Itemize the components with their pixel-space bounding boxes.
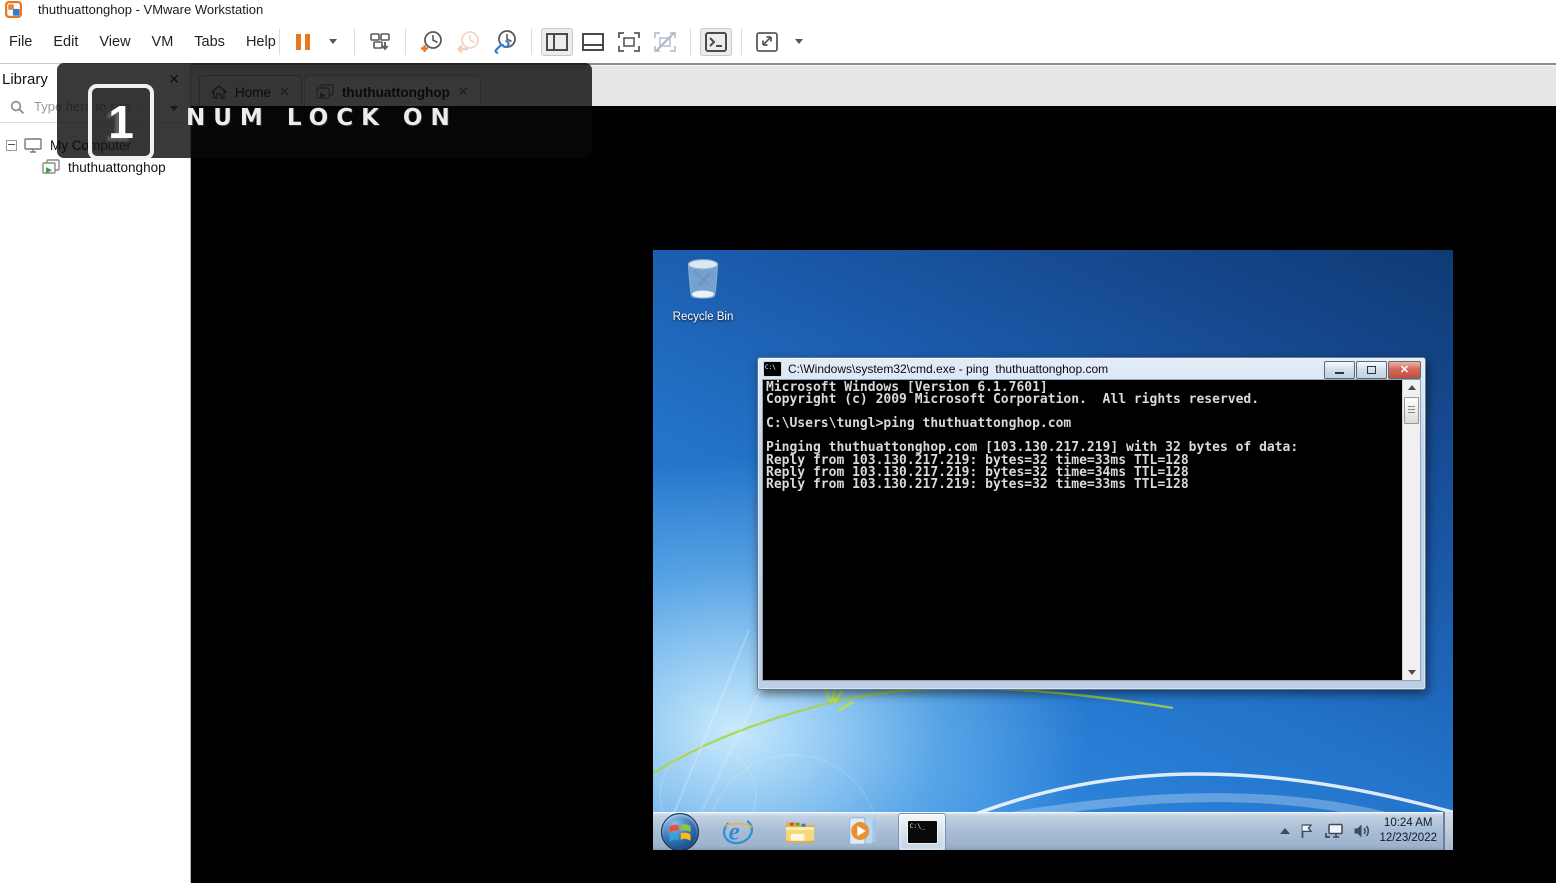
cmd-titlebar[interactable]: C:\ C:\Windows\system32\cmd.exe - ping t…	[758, 358, 1425, 379]
send-ctrl-alt-del-button[interactable]	[364, 27, 396, 57]
tray-clock[interactable]: 10:24 AM 12/23/2022	[1379, 816, 1437, 846]
volume-icon[interactable]	[1352, 823, 1371, 839]
cmd-output: Microsoft Windows [Version 6.1.7601] Cop…	[766, 382, 1401, 680]
snapshot-manager-icon	[493, 29, 518, 54]
taskbar-item-internet-explorer[interactable]: e	[719, 814, 757, 848]
taskbar-item-cmd-active[interactable]: C:\_	[898, 813, 946, 850]
menu-view[interactable]: View	[99, 34, 130, 50]
cmd-window-title: C:\Windows\system32\cmd.exe - ping thuth…	[788, 362, 1108, 376]
toolbar-separator	[531, 29, 532, 55]
tree-label: thuthuattonghop	[68, 160, 166, 175]
console-view-icon	[704, 31, 728, 53]
revert-snapshot-button[interactable]	[452, 26, 485, 57]
free-stretch-disabled-icon	[653, 31, 677, 53]
numlock-osd-text: NUM LOCK ON	[186, 105, 458, 131]
internet-explorer-icon: e	[721, 814, 755, 848]
computer-icon	[24, 138, 42, 153]
pause-icon	[296, 34, 310, 50]
titlebar: thuthuattonghop - VMware Workstation	[0, 0, 1556, 20]
media-player-icon	[846, 815, 880, 847]
vm-icon	[42, 159, 60, 175]
menubar: File Edit View VM Tabs Help	[0, 20, 1556, 63]
folder-icon	[784, 816, 819, 846]
console-view-button[interactable]	[700, 28, 732, 56]
free-stretch-button[interactable]	[649, 28, 681, 56]
fit-guest-icon	[617, 31, 641, 53]
cmd-icon: C:\	[763, 361, 782, 377]
snapshot-manager-button[interactable]	[489, 26, 522, 57]
minimize-button[interactable]	[1324, 361, 1355, 379]
recycle-bin-icon	[682, 256, 724, 304]
scrollbar-thumb[interactable]	[1404, 397, 1419, 424]
thumbnail-bar-icon	[581, 31, 605, 53]
show-desktop-button[interactable]	[1443, 812, 1453, 850]
cmd-line: Reply from 103.130.217.219: bytes=32 tim…	[766, 479, 1401, 491]
numlock-keycap-icon: 1	[88, 84, 154, 160]
chevron-down-icon	[795, 39, 803, 44]
clock-date: 12/23/2022	[1379, 831, 1437, 846]
recycle-bin-shortcut[interactable]: Recycle Bin	[663, 256, 743, 323]
cmd-console[interactable]: Microsoft Windows [Version 6.1.7601] Cop…	[762, 379, 1421, 681]
vmware-workstation-window: thuthuattonghop - VMware Workstation Fil…	[0, 0, 1556, 883]
action-center-flag-icon[interactable]	[1298, 822, 1316, 840]
show-thumbnail-bar-button[interactable]	[577, 28, 609, 56]
recycle-bin-label: Recycle Bin	[663, 311, 743, 323]
toolbar-separator	[354, 29, 355, 55]
menu-edit[interactable]: Edit	[53, 34, 78, 50]
maximize-button[interactable]	[1356, 361, 1387, 379]
power-dropdown-button[interactable]	[321, 36, 345, 47]
revert-snapshot-icon	[456, 29, 481, 54]
window-title: thuthuattonghop - VMware Workstation	[38, 2, 263, 17]
scrollbar[interactable]	[1402, 380, 1420, 680]
start-button[interactable]	[661, 813, 699, 850]
guest-taskbar: e	[653, 812, 1453, 850]
clock-time: 10:24 AM	[1379, 816, 1437, 831]
collapse-icon[interactable]	[6, 140, 17, 151]
library-panel: Library ✕ My Computer	[0, 63, 191, 883]
cmd-line: C:\Users\tungl>ping thuthuattonghop.com	[766, 418, 1401, 430]
windows-flag-icon	[662, 814, 698, 850]
fullscreen-button[interactable]	[751, 28, 783, 56]
ctrl-alt-del-icon	[368, 30, 392, 54]
menu-tabs[interactable]: Tabs	[194, 34, 225, 50]
system-tray: 10:24 AM 12/23/2022	[1280, 812, 1437, 850]
network-icon[interactable]	[1324, 822, 1344, 840]
cmd-line: Copyright (c) 2009 Microsoft Corporation…	[766, 394, 1401, 406]
pause-vm-button[interactable]	[289, 31, 317, 53]
chevron-down-icon	[329, 39, 337, 44]
fit-guest-button[interactable]	[613, 28, 645, 56]
cmd-mini-icon: C:\_	[907, 820, 938, 844]
fullscreen-icon	[755, 31, 779, 53]
take-snapshot-button[interactable]	[415, 26, 448, 57]
show-library-button[interactable]	[541, 28, 573, 56]
menu-vm[interactable]: VM	[152, 34, 174, 50]
vm-guest-desktop: Recycle Bin C:\ C:\Windows\system32\cmd.…	[653, 250, 1453, 850]
show-hidden-icons-icon[interactable]	[1280, 828, 1290, 834]
cmd-window[interactable]: C:\ C:\Windows\system32\cmd.exe - ping t…	[757, 357, 1426, 690]
library-title: Library	[2, 71, 48, 88]
taskbar-item-windows-explorer[interactable]	[782, 814, 820, 848]
search-icon	[10, 100, 25, 115]
close-button[interactable]: ✕	[1388, 361, 1421, 379]
maximize-icon	[1367, 366, 1376, 374]
svg-text:e: e	[729, 817, 740, 846]
take-snapshot-icon	[419, 29, 444, 54]
vm-console-area: Recycle Bin C:\ C:\Windows\system32\cmd.…	[191, 106, 1556, 883]
library-panel-icon	[545, 31, 569, 53]
toolbar-separator	[279, 29, 280, 55]
minimize-icon	[1335, 372, 1344, 374]
toolbar-separator	[741, 29, 742, 55]
toolbar	[272, 20, 813, 63]
scroll-up-icon[interactable]	[1403, 380, 1420, 395]
fullscreen-dropdown-button[interactable]	[787, 36, 811, 47]
menu-file[interactable]: File	[9, 34, 32, 50]
toolbar-separator	[405, 29, 406, 55]
scroll-down-icon[interactable]	[1403, 665, 1420, 680]
taskbar-item-media-player[interactable]	[844, 814, 882, 848]
menu-items: File Edit View VM Tabs Help	[9, 20, 276, 63]
toolbar-separator	[690, 29, 691, 55]
